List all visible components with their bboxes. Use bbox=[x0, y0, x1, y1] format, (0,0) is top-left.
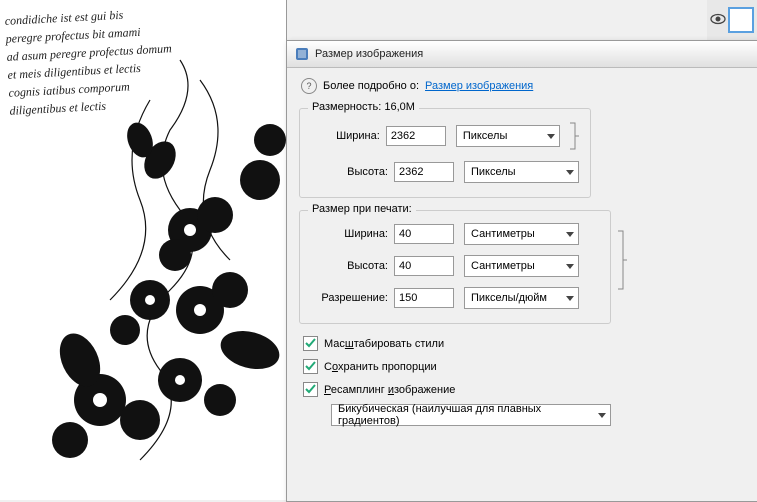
checkbox-icon bbox=[303, 336, 318, 351]
constrain-check[interactable]: Сохранить пропорции bbox=[303, 359, 745, 374]
print-width-input[interactable] bbox=[394, 224, 454, 244]
checkbox-icon bbox=[303, 359, 318, 374]
print-width-label: Ширина: bbox=[310, 228, 394, 240]
height-label: Высота: bbox=[310, 166, 394, 178]
eye-icon[interactable] bbox=[710, 11, 726, 30]
scale-styles-label: Масштабировать стили bbox=[324, 338, 444, 350]
checkbox-icon bbox=[303, 382, 318, 397]
app-icon bbox=[295, 47, 309, 61]
print-height-input[interactable] bbox=[394, 256, 454, 276]
dimensions-legend: Размерность: 16,0M bbox=[308, 101, 419, 113]
chevron-down-icon bbox=[598, 413, 606, 418]
print-height-label: Высота: bbox=[310, 260, 394, 272]
print-size-group: Размер при печати: Ширина: Сантиметры Вы… bbox=[299, 210, 611, 324]
height-unit-select[interactable]: Пикселы bbox=[464, 161, 579, 183]
titlebar: Размер изображения bbox=[287, 41, 757, 68]
layer-thumb[interactable] bbox=[728, 7, 754, 33]
chevron-down-icon bbox=[547, 134, 555, 139]
resample-method-select[interactable]: Бикубическая (наилучшая для плавных град… bbox=[331, 404, 611, 426]
resolution-label: Разрешение: bbox=[310, 292, 394, 304]
image-size-dialog: Размер изображения ? Более подробно о: Р… bbox=[286, 40, 757, 502]
constrain-label: Сохранить пропорции bbox=[324, 361, 437, 373]
link-icon[interactable] bbox=[568, 121, 580, 151]
chevron-down-icon bbox=[566, 170, 574, 175]
height-input[interactable] bbox=[394, 162, 454, 182]
resolution-input[interactable] bbox=[394, 288, 454, 308]
chevron-down-icon bbox=[566, 264, 574, 269]
resample-label: Ресамплинг изображение bbox=[324, 384, 455, 396]
width-label: Ширина: bbox=[310, 130, 386, 142]
info-icon: ? bbox=[301, 78, 317, 94]
canvas-preview: condidiche ist est gui bis peregre profe… bbox=[0, 0, 287, 500]
link-icon[interactable] bbox=[616, 229, 628, 291]
info-prefix: Более подробно о: bbox=[323, 80, 419, 92]
info-row: ? Более подробно о: Размер изображения bbox=[301, 78, 745, 94]
chevron-down-icon bbox=[566, 296, 574, 301]
chevron-down-icon bbox=[566, 232, 574, 237]
print-height-unit[interactable]: Сантиметры bbox=[464, 255, 579, 277]
print-legend: Размер при печати: bbox=[308, 203, 416, 215]
dimensions-group: Размерность: 16,0M Ширина: Пикселы Высот… bbox=[299, 108, 591, 198]
width-input[interactable] bbox=[386, 126, 446, 146]
width-unit-select[interactable]: Пикселы bbox=[456, 125, 560, 147]
resolution-unit[interactable]: Пикселы/дюйм bbox=[464, 287, 579, 309]
scale-styles-check[interactable]: Масштабировать стили bbox=[303, 336, 745, 351]
resample-check[interactable]: Ресамплинг изображение bbox=[303, 382, 745, 397]
info-link[interactable]: Размер изображения bbox=[425, 80, 533, 92]
layers-strip bbox=[707, 0, 757, 41]
print-width-unit[interactable]: Сантиметры bbox=[464, 223, 579, 245]
dialog-title: Размер изображения bbox=[315, 48, 423, 60]
